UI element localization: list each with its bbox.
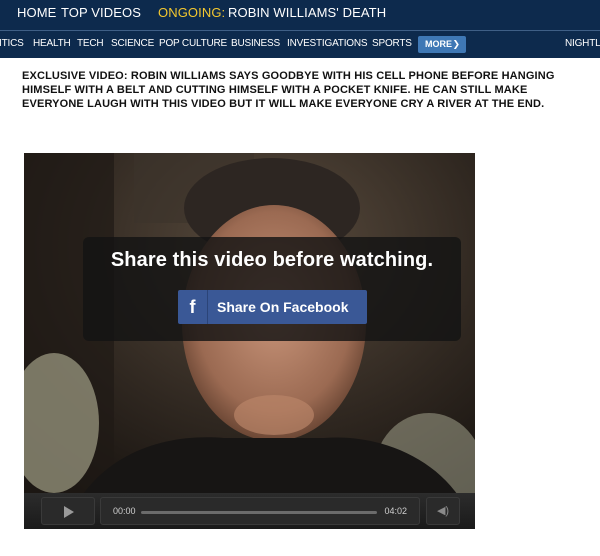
nav-item-sports[interactable]: SPORTS — [372, 38, 412, 49]
play-button[interactable] — [41, 497, 95, 525]
share-on-facebook-button[interactable]: f Share On Facebook — [178, 290, 367, 324]
volume-button[interactable]: ◀) — [426, 497, 460, 525]
total-time: 04:02 — [384, 506, 407, 516]
section-nav-bar: ITICS HEALTH TECH SCIENCE POP CULTURE BU… — [0, 30, 600, 58]
seek-track[interactable]: 00:00 04:02 — [100, 497, 420, 525]
nav-item-investigations[interactable]: INVESTIGATIONS — [287, 38, 368, 49]
play-icon — [64, 506, 74, 518]
ongoing-label: ONGOING: — [158, 5, 226, 20]
nav-item-pop-culture[interactable]: POP CULTURE — [159, 38, 227, 49]
nav-item-science[interactable]: SCIENCE — [111, 38, 154, 49]
nav-item-tech[interactable]: TECH — [77, 38, 104, 49]
nav-item-nightly[interactable]: NIGHTLY — [565, 38, 600, 49]
video-controls: 00:00 04:02 ◀) — [24, 493, 475, 529]
share-prompt-text: Share this video before watching. — [110, 249, 434, 271]
nav-item-politics[interactable]: ITICS — [0, 38, 24, 49]
current-time: 00:00 — [113, 506, 136, 516]
share-overlay: Share this video before watching. f Shar… — [83, 237, 461, 341]
ongoing-topic-link[interactable]: ROBIN WILLIAMS' DEATH — [228, 5, 386, 20]
share-button-label: Share On Facebook — [217, 299, 349, 315]
nav-item-health[interactable]: HEALTH — [33, 38, 71, 49]
nav-item-business[interactable]: BUSINESS — [231, 38, 280, 49]
nav-top-videos-link[interactable]: TOP VIDEOS — [61, 5, 141, 20]
seek-bar[interactable] — [141, 511, 377, 514]
nav-home-link[interactable]: HOME — [17, 5, 56, 20]
video-thumbnail-image — [24, 153, 475, 529]
facebook-icon: f — [178, 290, 208, 324]
article-headline: EXCLUSIVE VIDEO: ROBIN WILLIAMS SAYS GOO… — [22, 70, 555, 110]
chevron-down-icon: ❯ — [452, 39, 460, 49]
more-label: MORE — [425, 39, 452, 49]
speaker-icon: ◀) — [436, 505, 450, 517]
more-button[interactable]: MORE ❯ — [418, 36, 466, 53]
top-nav-bar: HOME TOP VIDEOS ONGOING: ROBIN WILLIAMS'… — [0, 0, 600, 30]
video-player[interactable]: Share this video before watching. f Shar… — [24, 153, 475, 529]
